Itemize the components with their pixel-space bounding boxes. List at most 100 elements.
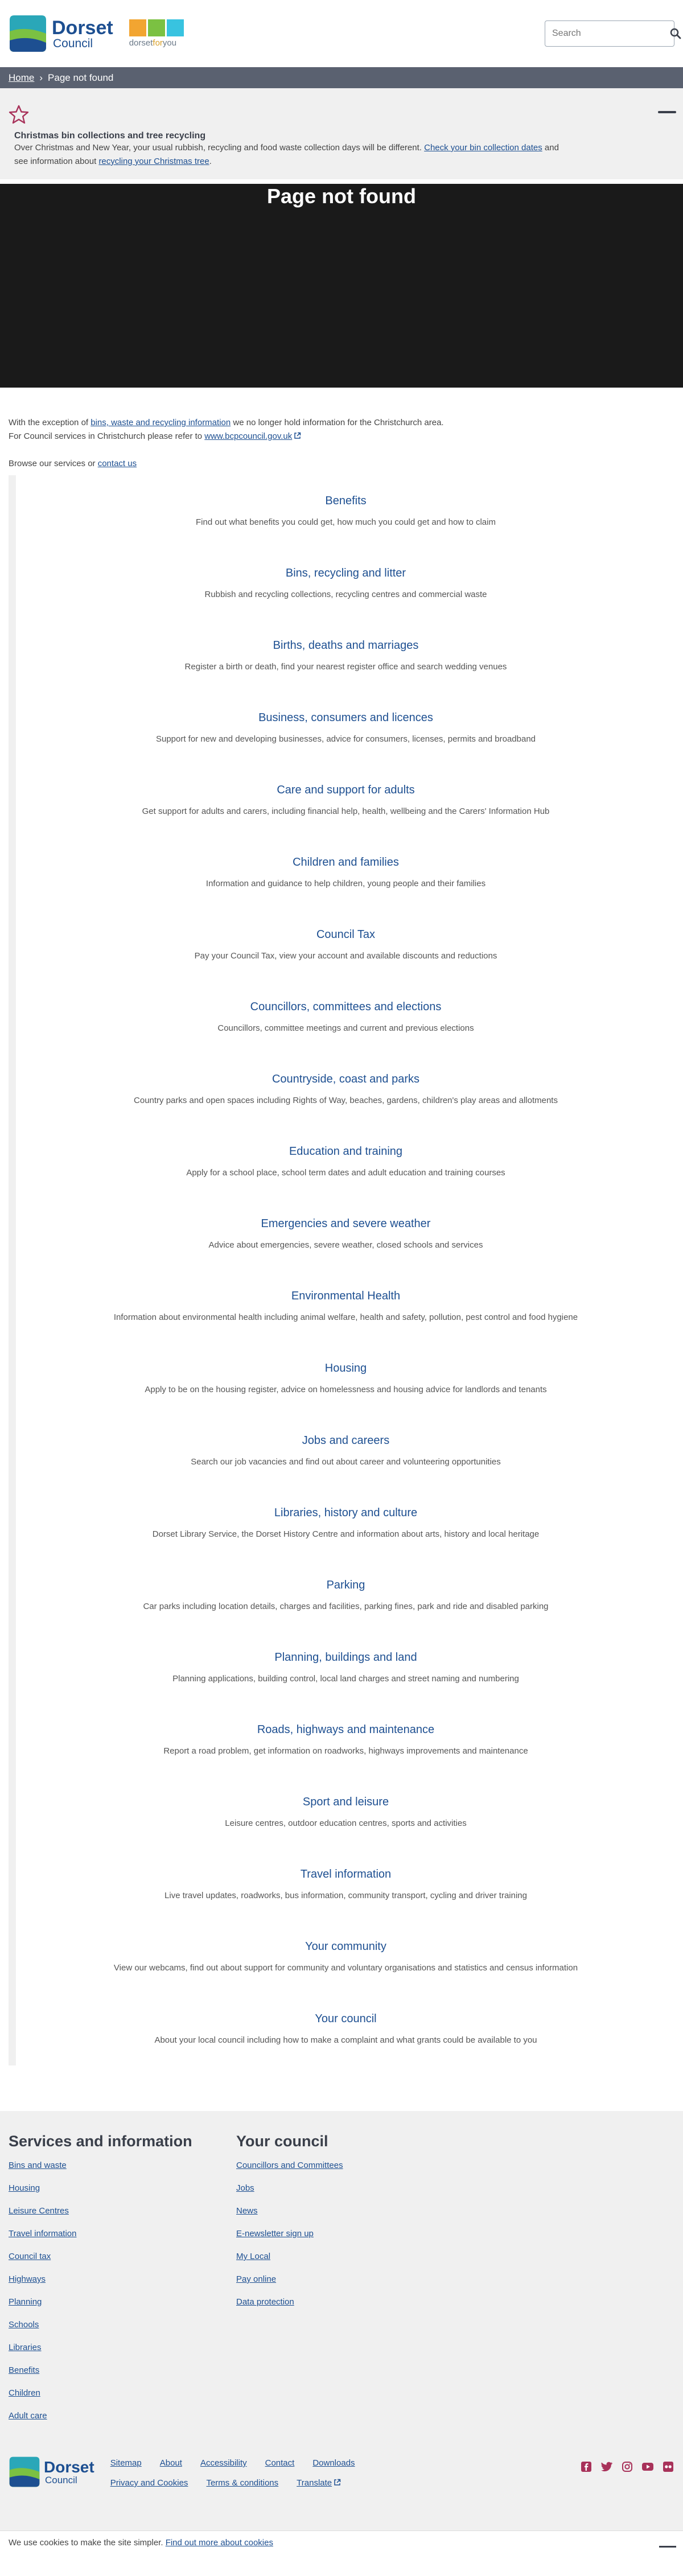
star-icon [9, 105, 29, 124]
service-item: Bins, recycling and litter Rubbish and re… [9, 548, 674, 620]
footer-bottom-link[interactable]: Translate [297, 2478, 341, 2488]
footer-council-link[interactable]: Jobs [236, 2183, 254, 2193]
service-link[interactable]: Your council [315, 2013, 376, 2026]
service-description: Register a birth or death, find your nea… [184, 662, 507, 672]
instagram-icon[interactable] [621, 2460, 633, 2473]
footer-service-link[interactable]: Bins and waste [9, 2161, 67, 2170]
footer-bottom-link[interactable]: Terms & conditions [206, 2478, 278, 2488]
search-button[interactable] [670, 23, 681, 44]
service-link[interactable]: Bins, recycling and litter [286, 567, 406, 580]
footer-council-column: Your council Councillors and Committees J… [236, 2133, 446, 2434]
footer-service-link[interactable]: Highways [9, 2274, 46, 2284]
service-body: Your council About your local council inc… [17, 1993, 674, 2065]
footer-council-heading: Your council [236, 2133, 328, 2150]
service-link[interactable]: Children and families [293, 856, 399, 869]
service-link[interactable]: Emergencies and severe weather [261, 1217, 431, 1231]
service-link[interactable]: Environmental Health [291, 1290, 400, 1303]
alert-title: Christmas bin collections and tree recyc… [14, 131, 206, 141]
search-input[interactable] [552, 28, 670, 39]
service-link[interactable]: Jobs and careers [302, 1434, 389, 1447]
service-body: Care and support for adults Get support f… [17, 764, 674, 837]
service-link[interactable]: Countryside, coast and parks [272, 1073, 419, 1086]
footer-logo[interactable]: Dorset Council [9, 2456, 94, 2488]
service-body: Bins, recycling and litter Rubbish and re… [17, 548, 674, 620]
flickr-icon[interactable] [662, 2460, 674, 2473]
services-list: Benefits Find out what benefits you could… [0, 475, 683, 2065]
footer-council-link[interactable]: News [236, 2206, 258, 2216]
footer-service-link[interactable]: Planning [9, 2297, 42, 2307]
service-body: Parking Car parks including location deta… [17, 1559, 674, 1632]
dorset-council-logo[interactable]: Dorset Council [9, 14, 113, 53]
service-accent-bar [9, 1704, 16, 1776]
service-accent-bar [9, 1849, 16, 1921]
footer-bottom-link[interactable]: Accessibility [200, 2458, 247, 2468]
hero-banner: Page not found [0, 184, 683, 388]
service-link[interactable]: Council Tax [316, 928, 375, 941]
alert-collapse-button[interactable] [658, 111, 676, 113]
service-link[interactable]: Sport and leisure [303, 1796, 389, 1809]
service-accent-bar [9, 1343, 16, 1415]
footer-service-link[interactable]: Housing [9, 2183, 40, 2193]
youtube-icon[interactable] [641, 2460, 654, 2473]
footer-bottom-link[interactable]: About [160, 2458, 182, 2468]
footer-bottom-link[interactable]: Downloads [312, 2458, 355, 2468]
cookie-info-link[interactable]: Find out more about cookies [166, 2538, 273, 2548]
facebook-icon[interactable] [580, 2460, 593, 2473]
service-accent-bar [9, 692, 16, 764]
bcp-council-link[interactable]: www.bcpcouncil.gov.uk [204, 431, 301, 441]
cookie-dismiss-button[interactable] [659, 2546, 676, 2548]
service-link[interactable]: Housing [325, 1362, 367, 1375]
bin-dates-link[interactable]: Check your bin collection dates [424, 143, 542, 153]
footer-service-link[interactable]: Libraries [9, 2343, 42, 2352]
service-link[interactable]: Business, consumers and licences [258, 711, 433, 725]
footer-bottom: Dorset Council Sitemap About Accessibility… [9, 2456, 674, 2488]
service-link[interactable]: Roads, highways and maintenance [257, 1723, 434, 1736]
bins-info-link[interactable]: bins, waste and recycling information [90, 418, 231, 427]
service-description: Apply for a school place, school term da… [186, 1168, 505, 1178]
footer-services-column: Services and information Bins and waste H… [9, 2133, 218, 2434]
footer-service-link[interactable]: Adult care [9, 2411, 47, 2421]
footer-council-link[interactable]: Councillors and Committees [236, 2161, 343, 2170]
service-item: Children and families Information and gui… [9, 837, 674, 909]
service-link[interactable]: Libraries, history and culture [274, 1507, 417, 1520]
service-link[interactable]: Benefits [325, 495, 366, 508]
breadcrumb-home-link[interactable]: Home [9, 72, 34, 84]
contact-us-link[interactable]: contact us [98, 459, 137, 468]
christmas-tree-link[interactable]: recycling your Christmas tree [98, 157, 209, 166]
social-links [580, 2460, 674, 2473]
dorset-for-you-logo[interactable]: dorsetforyou [129, 19, 184, 48]
service-link[interactable]: Councillors, committees and elections [250, 1001, 442, 1014]
footer-list-item: Bins and waste [9, 2161, 218, 2183]
footer-council-link[interactable]: Pay online [236, 2274, 276, 2284]
service-item: Council Tax Pay your Council Tax, view yo… [9, 909, 674, 981]
footer-bottom-link[interactable]: Contact [265, 2458, 295, 2468]
service-link[interactable]: Your community [305, 1940, 386, 1953]
service-link[interactable]: Births, deaths and marriages [273, 639, 419, 652]
service-accent-bar [9, 620, 16, 692]
service-body: Council Tax Pay your Council Tax, view yo… [17, 909, 674, 981]
footer-service-link[interactable]: Council tax [9, 2252, 51, 2261]
footer-list-item: My Local [236, 2252, 446, 2274]
footer-service-link[interactable]: Schools [9, 2320, 39, 2330]
footer-council-link[interactable]: E-newsletter sign up [236, 2229, 314, 2238]
twitter-icon[interactable] [600, 2460, 613, 2473]
footer-bottom-link[interactable]: Privacy and Cookies [110, 2478, 188, 2488]
service-item: Countryside, coast and parks Country park… [9, 1054, 674, 1126]
service-accent-bar [9, 1270, 16, 1343]
footer-service-link[interactable]: Children [9, 2388, 40, 2398]
footer-council-link[interactable]: My Local [236, 2252, 270, 2261]
service-link[interactable]: Education and training [289, 1145, 402, 1158]
service-description: Information about environmental health i… [113, 1312, 578, 1322]
service-link[interactable]: Parking [327, 1579, 365, 1592]
header-logos: Dorset Council dorsetforyou [9, 14, 184, 53]
footer-service-link[interactable]: Benefits [9, 2365, 39, 2375]
service-link[interactable]: Planning, buildings and land [274, 1651, 417, 1664]
footer-service-link[interactable]: Leisure Centres [9, 2206, 69, 2216]
service-link[interactable]: Travel information [301, 1868, 391, 1881]
search-icon [670, 28, 681, 39]
service-link[interactable]: Care and support for adults [277, 784, 414, 797]
footer-service-link[interactable]: Travel information [9, 2229, 77, 2238]
footer-bottom-link[interactable]: Sitemap [110, 2458, 142, 2468]
dorset-council-mark-icon [9, 2456, 40, 2487]
footer-council-link[interactable]: Data protection [236, 2297, 294, 2307]
